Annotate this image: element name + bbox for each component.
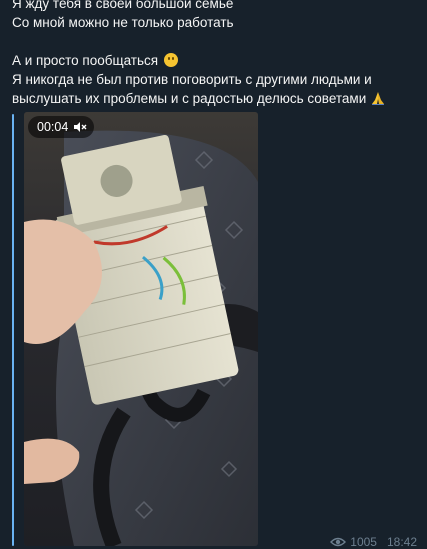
video-duration: 00:04 xyxy=(37,120,69,134)
video-frame xyxy=(24,112,258,546)
message-time: 18:42 xyxy=(386,535,417,549)
video-player[interactable] xyxy=(24,112,258,546)
message-meta: 1005 18:42 xyxy=(330,535,417,549)
mute-icon[interactable] xyxy=(73,121,87,133)
message-line-4: Я никогда не был против поговорить с дру… xyxy=(12,72,372,87)
message-line-3-text: А и просто пообщаться xyxy=(12,53,159,68)
message-line-3: А и просто пообщаться xyxy=(12,51,422,70)
video-duration-badge: 00:04 xyxy=(28,116,94,138)
message-line-5: выслушать их проблемы и с радостью делюс… xyxy=(12,89,422,108)
message-line-2: Со мной можно не только работать xyxy=(12,15,234,30)
message-gap xyxy=(12,32,422,51)
smile-emoji-icon xyxy=(163,53,178,67)
message-text: Я жду тебя в своей большой семье Со мной… xyxy=(12,0,422,108)
views-count: 1005 xyxy=(350,535,377,549)
quote-bar xyxy=(12,114,14,546)
message-line-5-text: выслушать их проблемы и с радостью делюс… xyxy=(12,91,367,106)
message-line-1: Я жду тебя в своей большой семье xyxy=(12,0,234,11)
pray-emoji-icon xyxy=(372,92,385,105)
